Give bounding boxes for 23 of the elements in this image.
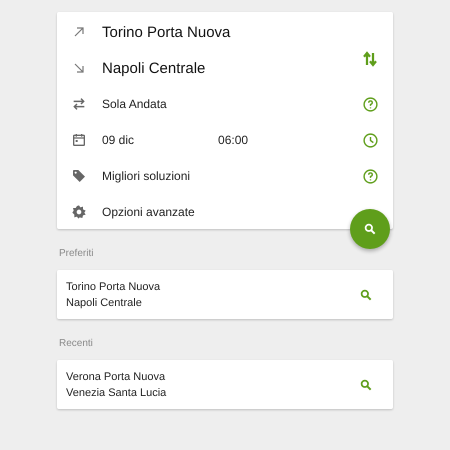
option-label[interactable]: Opzioni avanzate	[102, 205, 195, 219]
arrival-station: Napoli Centrale	[66, 296, 143, 310]
departure-station: Torino Porta Nuova	[66, 280, 160, 294]
time-label[interactable]: 06:00	[218, 133, 248, 147]
section-title: Preferiti	[59, 248, 94, 259]
option-label[interactable]: Sola Andata	[102, 97, 167, 111]
departure-station[interactable]: Torino Porta Nuova	[102, 24, 230, 40]
clock-icon[interactable]	[362, 132, 379, 148]
section-title: Recenti	[59, 338, 94, 349]
route-card[interactable]: Verona Porta Nuova Venezia Santa Lucia	[57, 360, 393, 409]
arrival-station: Venezia Santa Lucia	[66, 386, 166, 400]
swap-icon[interactable]	[361, 50, 379, 68]
search-button[interactable]	[350, 209, 390, 249]
search-icon	[363, 222, 377, 236]
search-icon[interactable]	[359, 378, 373, 392]
route-card[interactable]: Torino Porta Nuova Napoli Centrale	[57, 270, 393, 319]
help-icon[interactable]	[362, 168, 379, 184]
option-label[interactable]: Migliori soluzioni	[102, 169, 190, 183]
arrival-station[interactable]: Napoli Centrale	[102, 60, 206, 76]
search-icon[interactable]	[359, 288, 373, 302]
departure-station: Verona Porta Nuova	[66, 370, 166, 384]
option-label[interactable]: 09 dic	[102, 133, 134, 147]
help-icon[interactable]	[362, 96, 379, 112]
